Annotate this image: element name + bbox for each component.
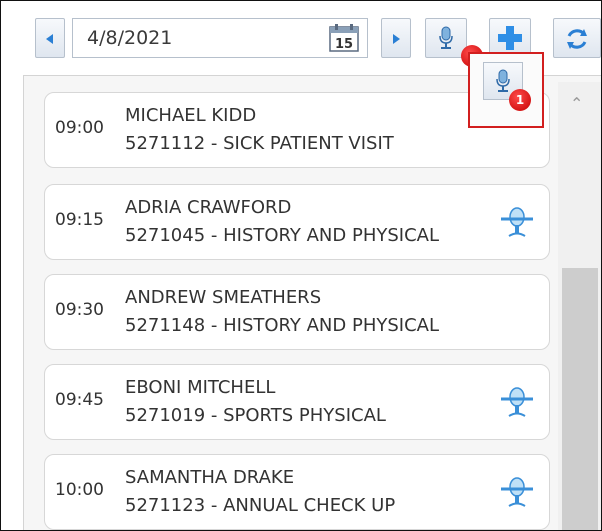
- microphone-icon: [439, 26, 453, 49]
- scroll-up-icon[interactable]: ⌃: [570, 94, 583, 113]
- appointment-list: 09:00 MICHAEL KIDD 5271112 - SICK PATIEN…: [23, 75, 601, 530]
- scrollbar-thumb[interactable]: [562, 268, 598, 530]
- dictation-mic-icon[interactable]: [499, 205, 535, 239]
- dictation-mic-icon[interactable]: [499, 475, 535, 509]
- visit-description: 5271019 - SPORTS PHYSICAL: [125, 405, 386, 426]
- visit-description: 5271045 - HISTORY AND PHYSICAL: [125, 225, 439, 246]
- appointment-time: 10:00: [55, 480, 104, 500]
- appointment-card[interactable]: 09:15 ADRIA CRAWFORD 5271045 - HISTORY A…: [44, 184, 550, 260]
- visit-description: 5271123 - ANNUAL CHECK UP: [125, 495, 396, 516]
- calendar-day: 15: [335, 37, 353, 52]
- appointment-card[interactable]: 09:30 ANDREW SMEATHERS 5271148 - HISTORY…: [44, 274, 550, 350]
- appointment-time: 09:30: [55, 300, 104, 320]
- calendar-icon[interactable]: 15: [329, 24, 359, 52]
- date-value: 4/8/2021: [87, 27, 173, 49]
- appointment-time: 09:45: [55, 390, 104, 410]
- appointment-time: 09:00: [55, 118, 104, 138]
- plus-icon: [498, 26, 522, 50]
- next-day-button[interactable]: [381, 18, 411, 58]
- patient-name: SAMANTHA DRAKE: [125, 467, 295, 488]
- patient-name: MICHAEL KIDD: [125, 105, 257, 126]
- notification-badge: 1: [509, 89, 531, 111]
- refresh-icon: [567, 29, 587, 49]
- appointment-card[interactable]: 10:00 SAMANTHA DRAKE 5271123 - ANNUAL CH…: [44, 454, 550, 530]
- visit-description: 5271148 - HISTORY AND PHYSICAL: [125, 315, 439, 336]
- appointment-time: 09:15: [55, 210, 104, 230]
- dictation-highlight-box: [468, 52, 544, 128]
- vertical-scrollbar[interactable]: ⌃: [558, 82, 601, 530]
- patient-name: ANDREW SMEATHERS: [125, 287, 322, 308]
- appointment-card[interactable]: 09:45 EBONI MITCHELL 5271019 - SPORTS PH…: [44, 364, 550, 440]
- chevron-right-icon: [393, 34, 400, 44]
- microphone-icon: [496, 69, 510, 92]
- previous-day-button[interactable]: [35, 18, 65, 58]
- scheduler-window: 4/8/2021 15 09:00 MICHAEL KIDD 5271112 -…: [0, 0, 602, 531]
- visit-description: 5271112 - SICK PATIENT VISIT: [125, 133, 394, 154]
- refresh-button[interactable]: [553, 18, 601, 58]
- patient-name: EBONI MITCHELL: [125, 377, 276, 398]
- date-field[interactable]: 4/8/2021 15: [72, 18, 368, 58]
- patient-name: ADRIA CRAWFORD: [125, 197, 292, 218]
- chevron-left-icon: [46, 34, 53, 44]
- dictation-mic-icon[interactable]: [499, 385, 535, 419]
